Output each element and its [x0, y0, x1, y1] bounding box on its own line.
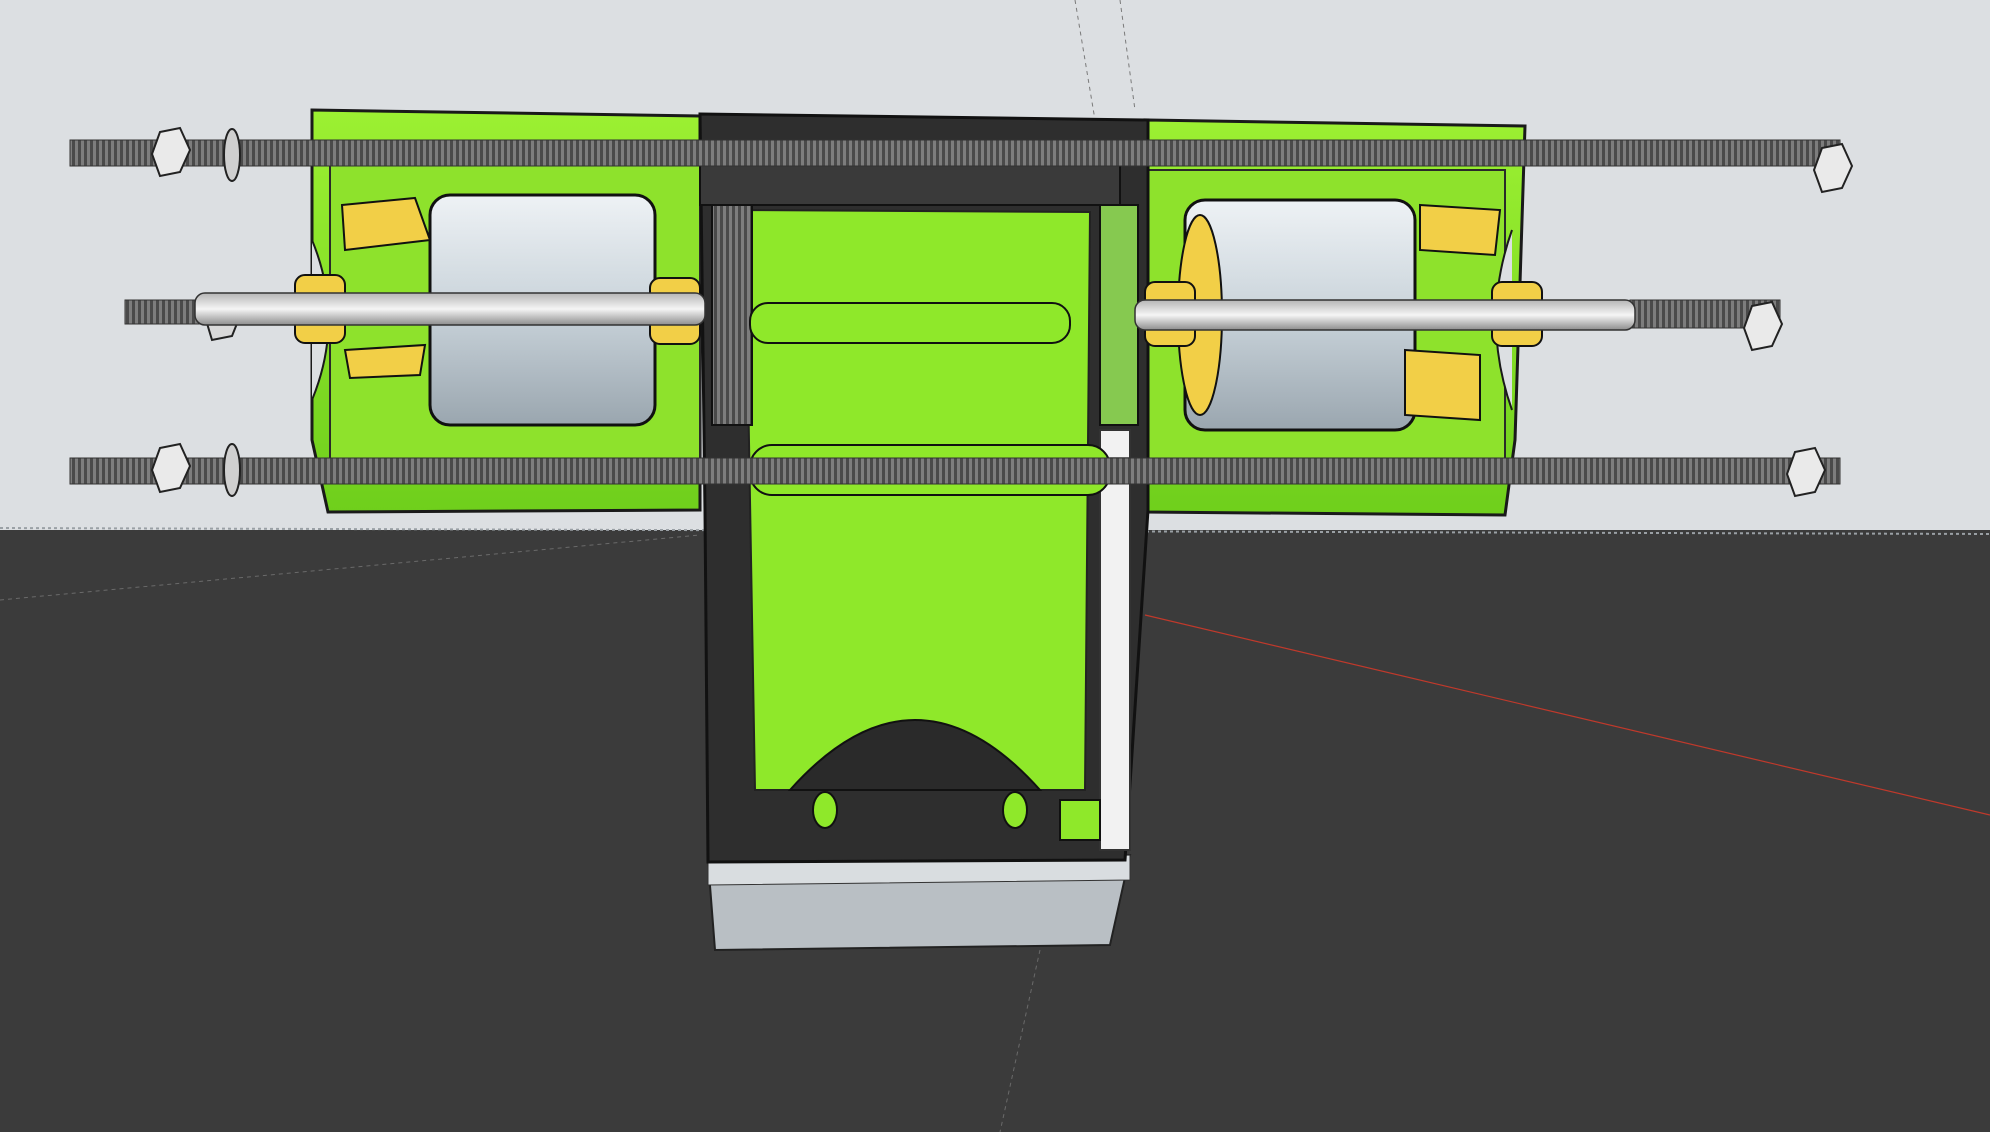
threaded-rod-top[interactable] — [69, 139, 1841, 167]
washer-top-left — [223, 128, 241, 182]
right-motor-mount-top[interactable] — [1419, 203, 1502, 257]
gear-wheel[interactable] — [1099, 204, 1139, 426]
left-shaft[interactable] — [194, 292, 706, 326]
gearbox-hole-left — [812, 791, 838, 829]
right-shaft[interactable] — [1134, 299, 1636, 331]
gearbox-clip — [1059, 799, 1101, 841]
washer-bottom-left — [223, 443, 241, 497]
green-roller-upper[interactable] — [749, 302, 1071, 344]
gearbox-white-post — [1099, 429, 1131, 851]
left-motor-mount-bottom[interactable] — [343, 343, 427, 380]
gearbox-hole-right — [1002, 791, 1028, 829]
threaded-rod-bottom[interactable] — [69, 457, 1841, 485]
model-scene[interactable] — [0, 0, 1990, 1132]
sketchup-3d-viewport[interactable] — [0, 0, 1990, 1132]
gearbox-front-face — [743, 208, 1092, 791]
gear-rack[interactable] — [711, 204, 753, 426]
left-motor-mount-top[interactable] — [340, 196, 432, 252]
right-motor-mount-bottom[interactable] — [1404, 348, 1481, 422]
